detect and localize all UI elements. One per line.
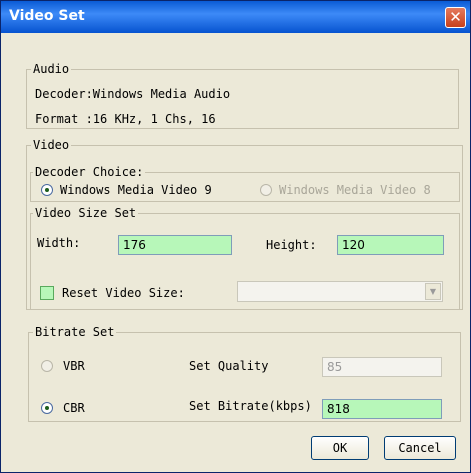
dialog-title: Video Set bbox=[9, 8, 85, 24]
video-legend: Video bbox=[31, 138, 72, 152]
radio-vbr-label[interactable]: VBR bbox=[63, 359, 85, 373]
ok-button[interactable]: OK bbox=[311, 436, 369, 460]
cancel-button[interactable]: Cancel bbox=[384, 436, 456, 460]
radio-wmv8[interactable] bbox=[260, 184, 272, 196]
audio-legend: Audio bbox=[31, 62, 72, 76]
radio-cbr-label[interactable]: CBR bbox=[63, 401, 85, 415]
radio-wmv9-label[interactable]: Windows Media Video 9 bbox=[60, 183, 212, 197]
radio-wmv8-label[interactable]: Windows Media Video 8 bbox=[279, 183, 431, 197]
close-icon: ✕ bbox=[449, 8, 462, 26]
height-label: Height: bbox=[266, 238, 317, 252]
radio-vbr[interactable] bbox=[41, 360, 53, 372]
radio-wmv9[interactable] bbox=[41, 184, 53, 196]
chevron-down-icon[interactable]: ▼ bbox=[425, 283, 441, 300]
set-quality-label: Set Quality bbox=[189, 359, 269, 373]
video-set-dialog: Video Set ✕ Audio Decoder:Windows Media … bbox=[0, 0, 471, 473]
bitrate-legend: Bitrate Set bbox=[33, 325, 117, 339]
audio-format-text: Format :16 KHz, 1 Chs, 16 bbox=[35, 112, 216, 126]
video-size-select[interactable]: ▼ bbox=[237, 281, 443, 302]
video-size-legend: Video Size Set bbox=[33, 206, 139, 220]
reset-video-size-label[interactable]: Reset Video Size: bbox=[62, 286, 185, 300]
height-input[interactable]: 120 bbox=[337, 235, 444, 255]
radio-cbr[interactable] bbox=[41, 402, 53, 414]
width-input[interactable]: 176 bbox=[118, 235, 232, 255]
reset-video-size-checkbox[interactable] bbox=[40, 286, 54, 300]
title-bar[interactable]: Video Set ✕ bbox=[1, 1, 470, 33]
decoder-choice-legend: Decoder Choice: bbox=[33, 165, 146, 179]
set-bitrate-input[interactable]: 818 bbox=[322, 399, 442, 419]
width-label: Width: bbox=[37, 236, 81, 250]
set-quality-input[interactable]: 85 bbox=[322, 357, 442, 377]
set-bitrate-label: Set Bitrate(kbps) bbox=[189, 399, 312, 413]
close-button[interactable]: ✕ bbox=[445, 7, 466, 28]
audio-decoder-text: Decoder:Windows Media Audio bbox=[35, 87, 231, 101]
